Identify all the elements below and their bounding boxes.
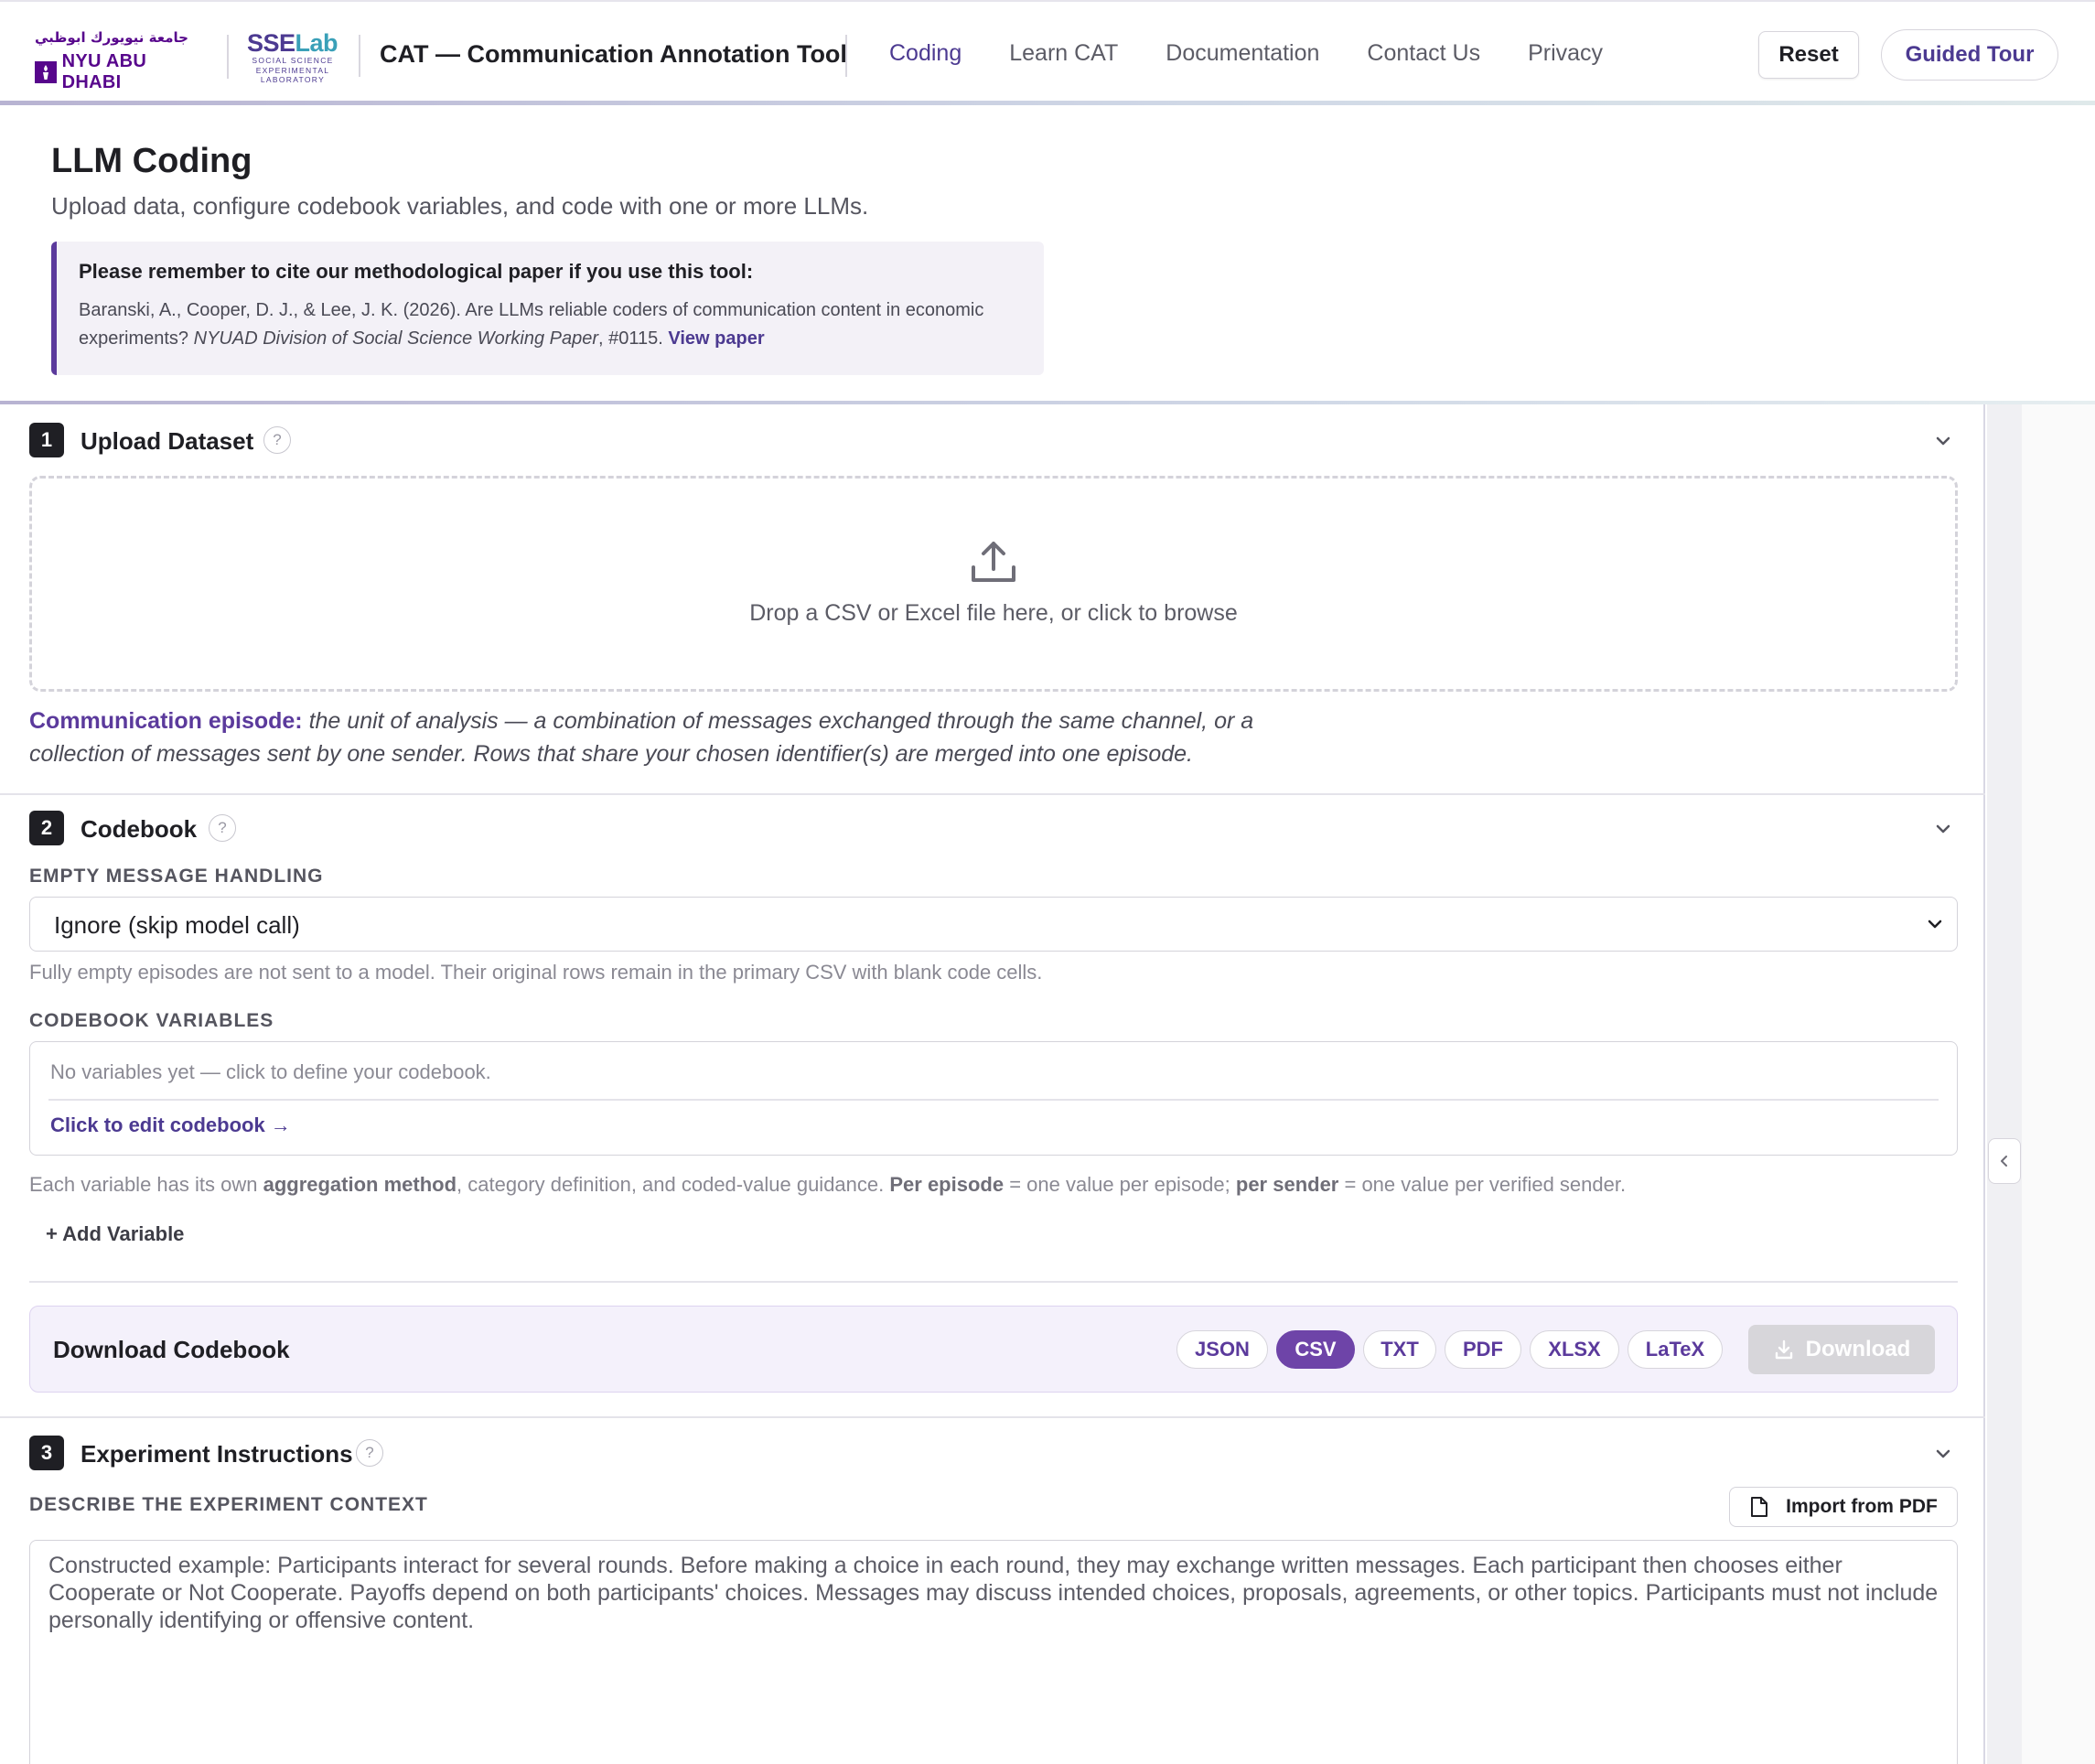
download-codebook-panel: Download Codebook JSON CSV TXT PDF XLSX … [29,1306,1958,1393]
codebook-variables-label: CODEBOOK VARIABLES [29,1010,274,1031]
per-sender-term: per sender [1235,1173,1339,1196]
variables-empty-text: No variables yet — click to define your … [50,1060,491,1083]
guided-tour-button[interactable]: Guided Tour [1881,29,2058,81]
import-from-pdf-button[interactable]: Import from PDF [1729,1487,1958,1527]
citation-number: , #0115. [598,328,669,349]
step-1-badge: 1 [29,423,64,457]
chevron-down-icon[interactable] [1932,430,1954,452]
chevron-down-icon [1928,920,1942,929]
citation-series: NYUAD Division of Social Science Working… [193,328,599,349]
section-codebook-title[interactable]: Codebook [81,815,197,844]
format-pdf-pill[interactable]: PDF [1445,1330,1521,1369]
download-codebook-title: Download Codebook [53,1336,290,1363]
top-header: جامعة نيويورك ابوظبي NYU ABU DHABI SSELa… [0,0,2095,106]
episode-term: Communication episode: [29,708,303,734]
reset-button[interactable]: Reset [1758,31,1859,79]
nyu-torch-icon [35,61,57,83]
dropzone-text: Drop a CSV or Excel file here, or click … [749,600,1238,626]
page-title: LLM Coding [51,142,252,180]
nav-learn-cat[interactable]: Learn CAT [1009,40,1118,67]
aggregation-note: Each variable has its own aggregation me… [29,1173,1626,1197]
codebook-divider [29,1281,1958,1283]
download-button[interactable]: Download [1748,1325,1935,1374]
chevron-left-icon [2001,1156,2007,1167]
experiment-context-textarea[interactable]: Constructed example: Participants intera… [29,1540,1958,1764]
logo-title-divider [359,35,360,77]
format-json-pill[interactable]: JSON [1176,1330,1268,1369]
page-subtitle: Upload data, configure codebook variable… [51,192,869,220]
citation-notice: Please remember to cite our methodologic… [51,242,1044,375]
sselab-sub-2: EXPERIMENTAL [255,65,330,75]
section-upload-title[interactable]: Upload Dataset [81,427,253,456]
section-divider [0,793,1985,795]
format-csv-pill[interactable]: CSV [1276,1330,1355,1369]
step-3-badge: 3 [29,1436,64,1470]
sselab-logo-lab: Lab [295,29,338,57]
aggregation-method-term: aggregation method [263,1173,457,1196]
side-panel-area [2022,404,2095,1764]
citation-title: Please remember to cite our methodologic… [79,260,754,283]
empty-handling-label: EMPTY MESSAGE HANDLING [29,866,324,887]
experiment-help-icon[interactable]: ? [356,1439,383,1467]
title-nav-divider [845,35,847,77]
nyu-abu-dhabi-logo[interactable]: جامعة نيويورك ابوظبي NYU ABU DHABI [35,29,209,92]
header-divider [0,101,2095,105]
side-panel-rail [1987,404,2022,1764]
chevron-down-icon[interactable] [1932,1443,1954,1465]
section-divider [0,1416,1985,1418]
main-nav: Coding Learn CAT Documentation Contact U… [889,40,1650,67]
empty-handling-hint: Fully empty episodes are not sent to a m… [29,961,1043,984]
nav-contact-us[interactable]: Contact Us [1367,40,1480,67]
view-paper-link[interactable]: View paper [668,328,764,349]
aggregation-note-part: Each variable has its own [29,1173,263,1196]
sselab-logo[interactable]: SSELab SOCIAL SCIENCE EXPERIMENTAL LABOR… [247,29,338,84]
sselab-logo-sse: SSE [247,29,295,57]
variables-divider [48,1099,1939,1101]
aggregation-note-part: = one value per verified sender. [1338,1173,1627,1196]
sselab-sub-1: SOCIAL SCIENCE [252,56,334,65]
citation-text: Baranski, A., Cooper, D. J., & Lee, J. K… [79,296,1048,353]
nav-documentation[interactable]: Documentation [1166,40,1319,67]
format-xlsx-pill[interactable]: XLSX [1530,1330,1619,1369]
upload-help-icon[interactable]: ? [263,426,291,454]
section-experiment-title[interactable]: Experiment Instructions [81,1440,353,1468]
add-variable-button[interactable]: + Add Variable [46,1222,184,1246]
import-from-pdf-label: Import from PDF [1786,1496,1938,1517]
nyu-name: NYU ABU DHABI [61,51,147,92]
file-icon [1751,1497,1768,1517]
episode-definition: Communication episode: the unit of analy… [29,705,1310,770]
experiment-context-label: DESCRIBE THE EXPERIMENT CONTEXT [29,1494,428,1515]
format-latex-pill[interactable]: LaTeX [1628,1330,1723,1369]
per-episode-term: Per episode [889,1173,1005,1196]
aggregation-note-part: = one value per episode; [1004,1173,1236,1196]
nav-privacy[interactable]: Privacy [1528,40,1603,67]
chevron-down-icon[interactable] [1932,818,1954,840]
empty-handling-value: Ignore (skip model call) [54,911,300,939]
logo-divider [227,35,229,79]
collapse-panel-button[interactable] [1988,1138,2021,1184]
edit-codebook-link[interactable]: Click to edit codebook → [50,1113,291,1137]
nyu-arabic-wordmark: جامعة نيويورك ابوظبي [35,29,188,46]
download-icon [1775,1339,1792,1360]
empty-handling-select[interactable]: Ignore (skip model call) [29,897,1958,952]
format-txt-pill[interactable]: TXT [1363,1330,1436,1369]
nav-coding[interactable]: Coding [889,40,962,67]
app-title: CAT — Communication Annotation Tool [380,40,847,68]
sselab-sub-3: LABORATORY [260,75,326,84]
step-2-badge: 2 [29,811,64,845]
download-button-label: Download [1805,1337,1911,1361]
codebook-help-icon[interactable]: ? [209,814,236,842]
upload-icon [972,542,1015,582]
aggregation-note-part: , category definition, and coded-value g… [457,1173,890,1196]
codebook-variables-box[interactable]: No variables yet — click to define your … [29,1041,1958,1156]
